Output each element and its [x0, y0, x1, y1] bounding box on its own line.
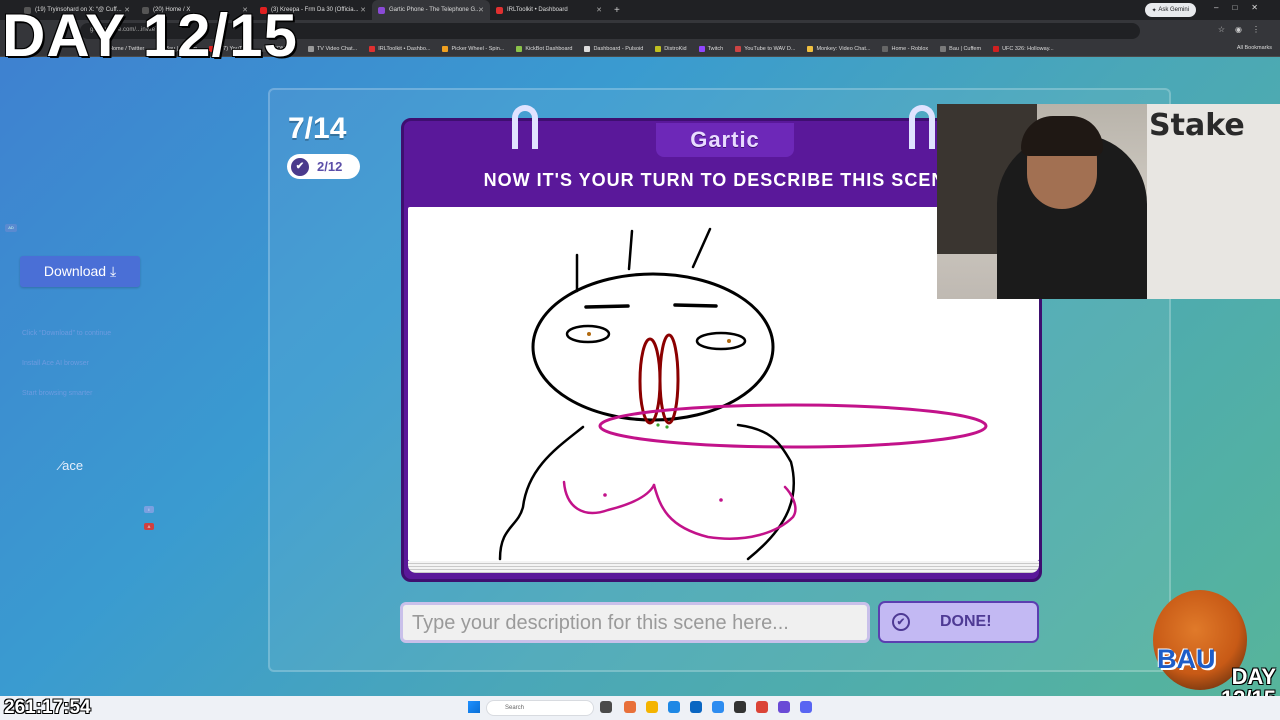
bookmark-item[interactable]: YouTube to WAV D... [735, 46, 795, 52]
taskbar-search[interactable]: Search [486, 700, 594, 716]
discord-icon[interactable] [800, 701, 812, 713]
app-icon[interactable] [690, 701, 702, 713]
ask-gemini-button[interactable]: ✦ Ask Gemini [1144, 3, 1196, 17]
tab-favicon-icon [378, 6, 385, 14]
binder-ring-icon [512, 105, 538, 149]
bookmark-item[interactable]: Home - Roblox [882, 46, 928, 52]
all-bookmarks-button[interactable]: All Bookmarks [1237, 45, 1272, 51]
bookmark-favicon-icon [882, 46, 889, 52]
players-done-badge: ✔ 2/12 [287, 154, 360, 179]
sparkle-icon: ✦ [1151, 7, 1159, 14]
stake-sign: Stake [1149, 108, 1245, 143]
bookmark-favicon-icon [369, 46, 376, 52]
bookmark-item[interactable]: Picker Wheel - Spin... [442, 46, 504, 52]
app-icon[interactable] [734, 701, 746, 713]
task-view-icon[interactable] [600, 701, 612, 713]
bookmark-item[interactable]: TV Video Chat... [307, 46, 357, 52]
close-tab-icon[interactable]: ✕ [360, 6, 366, 14]
bookmark-favicon-icon [735, 46, 742, 52]
ad-info-icon[interactable]: i [144, 506, 154, 513]
bookmark-favicon-icon [993, 46, 1000, 52]
description-input[interactable]: Type your description for this scene her… [400, 602, 870, 643]
streamer-hair [1021, 116, 1103, 156]
bookmark-favicon-icon [807, 46, 814, 52]
ad-step-3: Start browsing smarter [22, 390, 93, 397]
app-icon[interactable] [624, 701, 636, 713]
download-button[interactable]: Download ⤓ [20, 256, 140, 287]
binder-ring-icon [909, 105, 935, 149]
gartic-logo: Gartic [656, 123, 794, 157]
check-icon: ✔ [892, 613, 910, 631]
bookmark-favicon-icon [698, 46, 705, 52]
ad-badge: AD [5, 224, 17, 232]
webcam-overlay: Stake [937, 104, 1280, 299]
bookmark-favicon-icon [442, 46, 449, 52]
bookmark-favicon-icon [584, 46, 591, 52]
day-banner: DAY 12/15 [2, 2, 298, 69]
ad-step-2: Install Ace AI browser [22, 360, 89, 367]
edge-icon[interactable] [668, 701, 680, 713]
check-icon: ✔ [291, 157, 309, 176]
bookmark-item[interactable]: DistroKid [655, 46, 687, 52]
bookmark-favicon-icon [516, 46, 523, 52]
bookmark-item[interactable]: UFC 326: Holloway... [993, 46, 1054, 52]
chrome-icon[interactable] [756, 701, 768, 713]
toolbar-icons[interactable]: ☆◉⋮ [1218, 25, 1270, 34]
bookmark-item[interactable]: Bau | Cuffem [940, 46, 981, 52]
browser-tab[interactable]: IRLToolkit • Dashboard ✕ [490, 0, 608, 20]
bookmark-favicon-icon [655, 46, 662, 52]
page-stack [408, 561, 1039, 573]
windows-start-icon[interactable] [468, 701, 480, 713]
app-icon[interactable] [778, 701, 790, 713]
ad-close-icon[interactable]: A [144, 523, 154, 530]
close-tab-icon[interactable]: ✕ [478, 6, 484, 14]
stream-timer: 261:17:54 [4, 697, 91, 718]
tab-title: Gartic Phone - The Telephone G... [389, 7, 481, 13]
folder-icon[interactable] [646, 701, 658, 713]
close-tab-icon[interactable]: ✕ [596, 6, 602, 14]
ace-logo: ⁄ace [60, 458, 84, 473]
mail-icon[interactable] [712, 701, 724, 713]
bookmark-favicon-icon [307, 46, 314, 52]
ad-step-1: Click “Download” to continue [22, 330, 112, 337]
bookmark-favicon-icon [940, 46, 947, 52]
bookmark-item[interactable]: Monkey: Video Chat... [807, 46, 870, 52]
bookmark-item[interactable]: Dashboard - Pulsoid [584, 46, 643, 52]
tab-title: IRLToolkit • Dashboard [507, 7, 568, 13]
window-controls[interactable]: –□✕ [1214, 3, 1272, 12]
bookmark-item[interactable]: Twitch [698, 46, 723, 52]
bookmark-item[interactable]: IRLToolkit • Dashbo... [369, 46, 430, 52]
round-counter: 7/14 [288, 112, 347, 145]
tab-favicon-icon [496, 6, 503, 14]
new-tab-button[interactable]: + [614, 5, 620, 16]
browser-tab[interactable]: Gartic Phone - The Telephone G... ✕ [372, 0, 490, 20]
windows-taskbar: Search [0, 696, 1280, 720]
bookmark-item[interactable]: KickBot Dashboard [516, 46, 572, 52]
done-button[interactable]: ✔ DONE! [878, 601, 1039, 643]
